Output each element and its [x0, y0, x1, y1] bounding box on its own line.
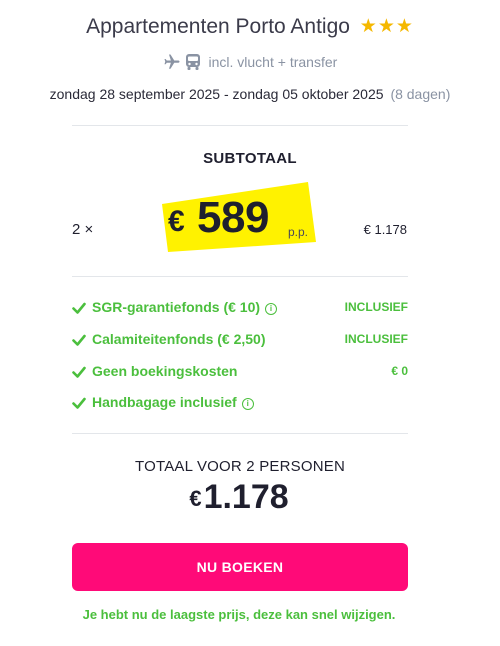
feature-label: SGR-garantiefonds (€ 10) i [92, 299, 278, 315]
hotel-name: Appartementen Porto Antigo [86, 15, 350, 38]
total-heading: TOTAAL VOOR 2 PERSONEN [134, 458, 345, 475]
star-icon: ★ [359, 16, 378, 37]
total-currency: € [189, 486, 202, 511]
star-rating: ★★★ [360, 14, 414, 38]
feature-calamity-fund: Calamiteitenfonds (€ 2,50) INCLUSIEF [72, 331, 408, 351]
total-amount: 1.178 [203, 478, 289, 516]
includes-text: incl. vlucht + transfer [208, 54, 338, 70]
includes-row: incl. vlucht + transfer [0, 53, 500, 71]
subtotal-heading: SUBTOTAAL [203, 150, 297, 167]
total-price: €1.178 [0, 478, 478, 517]
subtotal-amount: € 1.178 [363, 222, 407, 237]
price-per-person: 589 [197, 193, 269, 242]
traveler-quantity: 2 × [72, 221, 94, 238]
price-currency: € [168, 205, 185, 238]
divider [72, 276, 408, 277]
checkmark-icon [72, 366, 86, 378]
star-icon: ★ [377, 16, 396, 37]
checkmark-icon [72, 302, 86, 314]
feature-label: Handbagage inclusief i [92, 394, 254, 410]
feature-value: € 0 [391, 364, 408, 378]
feature-sgr-guarantee: SGR-garantiefonds (€ 10) i INCLUSIEF [72, 299, 408, 319]
travel-dates: zondag 28 september 2025 - zondag 05 okt… [0, 86, 500, 102]
checkmark-icon [72, 397, 86, 409]
info-icon[interactable]: i [265, 303, 278, 315]
star-icon: ★ [395, 16, 414, 37]
hotel-title: Appartementen Porto Antigo ★★★ [0, 14, 500, 39]
divider [72, 433, 408, 434]
bus-icon [185, 54, 200, 70]
per-person-label: p.p. [288, 225, 309, 239]
book-now-button[interactable]: NU BOEKEN [72, 543, 408, 591]
divider [72, 125, 408, 126]
info-icon[interactable]: i [241, 398, 254, 410]
trip-duration: (8 dagen) [390, 86, 451, 102]
feature-label: Geen boekingskosten [92, 363, 238, 379]
checkmark-icon [72, 334, 86, 346]
airplane-icon [164, 54, 180, 69]
date-range: zondag 28 september 2025 - zondag 05 okt… [49, 86, 384, 102]
feature-value: INCLUSIEF [344, 300, 408, 314]
feature-no-booking-fees: Geen boekingskosten € 0 [72, 363, 408, 383]
feature-value: INCLUSIEF [344, 332, 408, 346]
feature-hand-luggage: Handbagage inclusief i [72, 394, 408, 414]
lowest-price-notice: Je hebt nu de laagste prijs, deze kan sn… [82, 607, 396, 622]
feature-label: Calamiteitenfonds (€ 2,50) [92, 331, 266, 347]
